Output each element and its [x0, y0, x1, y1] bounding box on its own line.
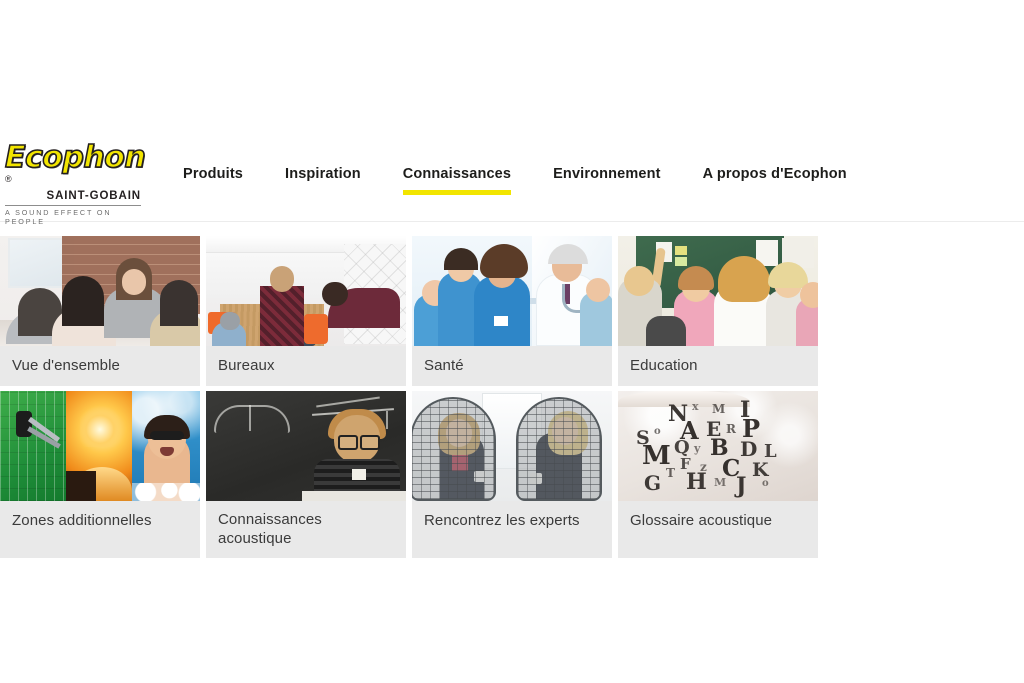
decor-floating-letter: H: [686, 469, 707, 495]
card-image-collage: [0, 391, 200, 501]
card-image-open-office: [206, 236, 406, 346]
nav-label: Environnement: [553, 166, 661, 182]
decor-name-tag: [352, 469, 366, 480]
card-image-cocoon-chairs: [412, 391, 612, 501]
card-vue-densemble[interactable]: Vue d'ensemble: [0, 236, 200, 386]
nav-item-a-propos-decophon[interactable]: A propos d'Ecophon: [703, 166, 847, 202]
nav-item-inspiration[interactable]: Inspiration: [285, 166, 361, 202]
logo-parent-company: SAINT-GOBAIN: [46, 190, 141, 203]
decor-flame: [80, 403, 120, 447]
decor-floating-letter: T: [666, 466, 675, 480]
logo-tagline: A SOUND EFFECT ON PEOPLE: [5, 208, 112, 227]
decor-floating-letter: x: [692, 400, 699, 413]
nav-label: Connaissances: [402, 166, 512, 182]
decor-sticky-note: [675, 257, 687, 266]
card-label: Vue d'ensemble: [12, 357, 120, 374]
nav-label: Inspiration: [285, 166, 361, 182]
decor-floating-letter: M: [714, 476, 727, 489]
main-navigation: Produits Inspiration Connaissances Envir…: [183, 166, 847, 202]
decor-cocoon-chair: [412, 397, 496, 501]
decor-floating-letter: y: [694, 442, 701, 455]
decor-sticky-note: [675, 246, 687, 255]
site-header: Ecophon® SAINT-GOBAIN A SOUND EFFECT ON …: [0, 130, 1024, 226]
card-sante[interactable]: Santé: [412, 236, 612, 386]
decor-person-head: [62, 276, 104, 326]
nav-active-underline: [402, 190, 512, 195]
ecophon-logo[interactable]: Ecophon® SAINT-GOBAIN A SOUND EFFECT ON …: [4, 140, 146, 227]
decor-chalk-book: [216, 461, 282, 473]
decor-chalk-book: [220, 447, 280, 459]
nav-item-connaissances[interactable]: Connaissances: [402, 166, 512, 202]
page-root: Ecophon® SAINT-GOBAIN A SOUND EFFECT ON …: [0, 0, 1024, 683]
eyeglasses-icon: [360, 435, 380, 450]
card-image-healthcare-staff: [412, 236, 612, 346]
decor-nurse-head: [586, 278, 610, 302]
decor-chalk-book: [216, 433, 282, 445]
decor-orange-chair: [304, 314, 328, 344]
decor-floating-letter: o: [762, 478, 769, 489]
card-image-chalkboard-books: [206, 391, 406, 501]
card-label: Zones additionnelles: [12, 512, 152, 529]
logo-divider: [5, 205, 141, 207]
decor-person-head: [270, 266, 294, 292]
card-rencontrez-les-experts[interactable]: Rencontrez les experts: [412, 391, 612, 558]
decor-id-badge: [494, 316, 508, 326]
nav-item-produits[interactable]: Produits: [183, 166, 243, 202]
decor-panel-circuit-board: [0, 391, 66, 501]
decor-panel-swimming-pool: [132, 391, 200, 501]
registered-trademark-icon: ®: [5, 174, 12, 184]
card-label: Glossaire acoustique: [630, 512, 773, 529]
decor-chalk-graduation-cap: [316, 396, 380, 408]
card-label: Rencontrez les experts: [424, 512, 580, 529]
decor-chalk-open-book: [214, 405, 290, 433]
decor-floating-letter: J: [736, 473, 747, 499]
logo-wordmark: Ecophon®: [4, 140, 146, 193]
decor-desk: [302, 491, 406, 501]
decor-child-head: [624, 266, 654, 296]
decor-nurse-hair: [444, 248, 478, 270]
card-bureaux[interactable]: Bureaux: [206, 236, 406, 386]
decor-teacher-hair: [718, 256, 770, 302]
nav-item-environnement[interactable]: Environnement: [553, 166, 661, 202]
card-image-meeting-brick-wall: [0, 236, 200, 346]
decor-floating-letter: D: [740, 437, 758, 461]
logo-brand-text: Ecophon: [4, 140, 146, 175]
card-image-floating-letters: SoNxMIAERPQyBDLMFzCKTHMGJo: [618, 391, 818, 501]
swim-goggles-icon: [150, 431, 184, 440]
card-education[interactable]: Education: [618, 236, 818, 386]
decor-floating-letter: M: [712, 402, 726, 416]
card-label: Education: [630, 357, 698, 374]
category-card-grid: Vue d'ensemble Bureaux Santé Education Z…: [0, 236, 1024, 563]
decor-cocoon-chair: [516, 397, 602, 501]
decor-person-body: [260, 286, 304, 346]
card-glossaire-acoustique[interactable]: SoNxMIAERPQyBDLMFzCKTHMGJo Glossaire aco…: [618, 391, 818, 558]
card-image-classroom-children: [618, 236, 818, 346]
decor-floating-letter: R: [726, 422, 736, 436]
card-label: Santé: [424, 357, 464, 374]
decor-person-head: [220, 312, 240, 330]
decor-person-head: [322, 282, 348, 306]
decor-chalk-cap-tassel: [386, 411, 388, 429]
decor-capacitor: [16, 411, 32, 437]
decor-chalk-book-spine: [249, 405, 251, 431]
decor-water-foam: [132, 483, 200, 501]
decor-floating-letter: G: [644, 471, 662, 495]
decor-panel-flame-cooking: [66, 391, 132, 501]
decor-pan-shadow: [66, 471, 96, 501]
eyeglasses-icon: [338, 435, 358, 450]
nav-label: Produits: [183, 166, 244, 182]
decor-person-head: [160, 280, 198, 326]
decor-nurse-hair: [480, 244, 528, 278]
card-label: Bureaux: [218, 357, 275, 374]
card-zones-additionnelles[interactable]: Zones additionnelles: [0, 391, 200, 558]
card-label: Connaissances acoustique: [218, 511, 322, 547]
decor-child-back: [646, 316, 686, 346]
decor-floating-letter: o: [654, 426, 661, 437]
nav-label: A propos d'Ecophon: [702, 166, 847, 182]
decor-person-face: [122, 269, 146, 295]
card-connaissances-acoustique[interactable]: Connaissances acoustique: [206, 391, 406, 558]
